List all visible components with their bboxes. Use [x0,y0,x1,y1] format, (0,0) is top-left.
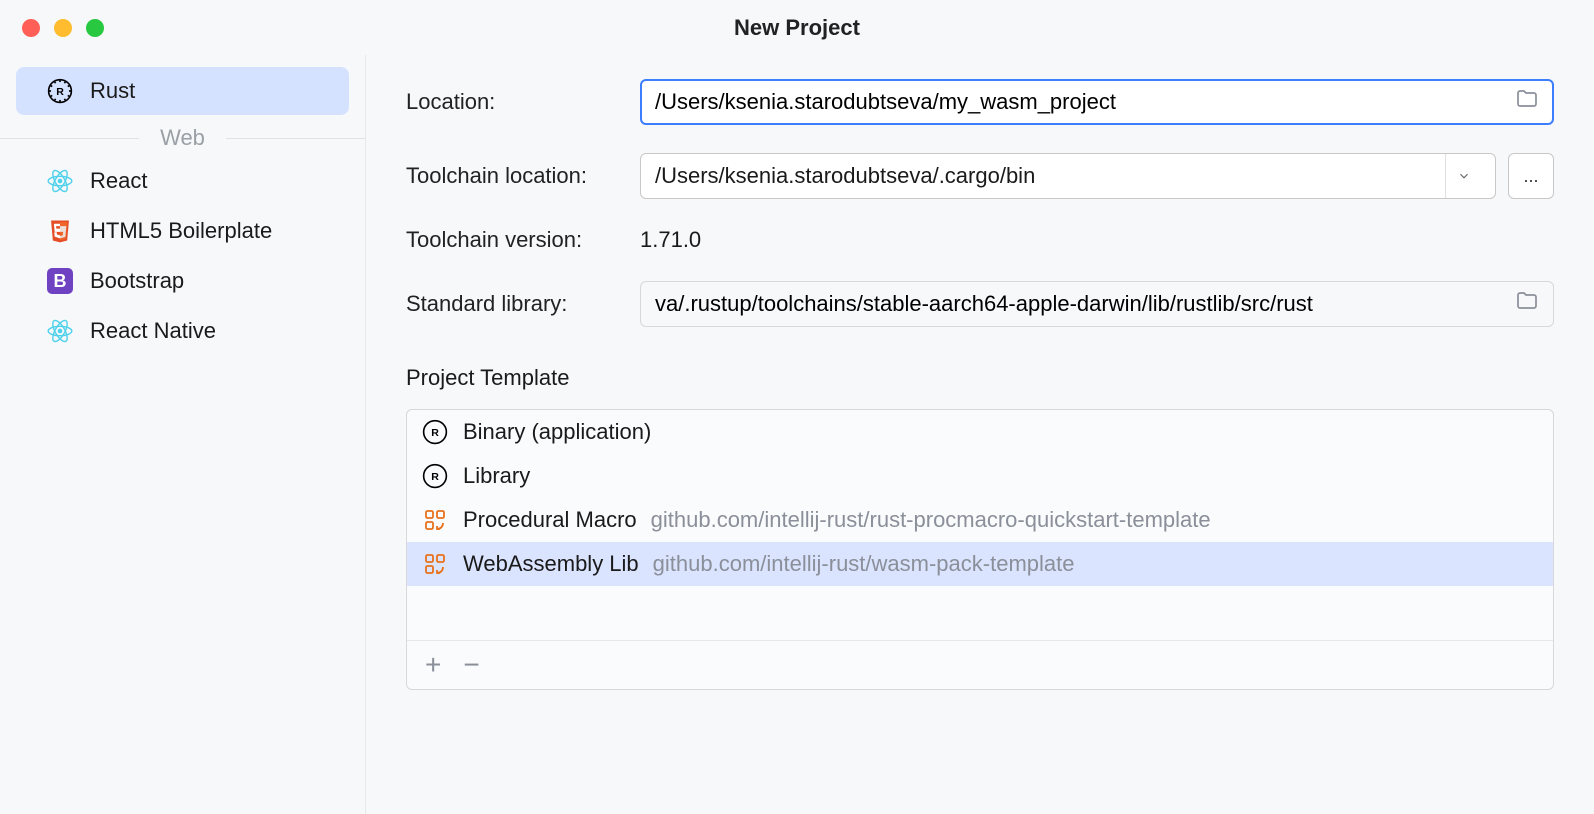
react-icon [46,167,74,195]
sidebar-item-label: Bootstrap [90,268,184,294]
toolchain-location-value: /Users/ksenia.starodubtseva/.cargo/bin [655,163,1445,189]
sidebar-item-html5[interactable]: HTML5 Boilerplate [16,207,349,255]
folder-icon[interactable] [1515,289,1539,319]
react-icon [46,317,74,345]
template-item-procmacro[interactable]: Procedural Macro github.com/intellij-rus… [407,498,1553,542]
window-controls [22,19,104,37]
sidebar-item-label: React [90,168,147,194]
project-template-heading: Project Template [406,365,1554,391]
sidebar-item-react[interactable]: React [16,157,349,205]
sidebar-section-web: Web [0,125,365,151]
template-footer: + − [407,640,1553,689]
add-template-button[interactable]: + [425,651,441,679]
toolchain-version-value: 1.71.0 [640,227,701,253]
toolchain-browse-button[interactable]: ... [1508,153,1554,199]
toolchain-location-row: Toolchain location: /Users/ksenia.starod… [406,153,1554,199]
template-item-library[interactable]: R Library [407,454,1553,498]
sidebar-item-rust[interactable]: R Rust [16,67,349,115]
template-item-binary[interactable]: R Binary (application) [407,410,1553,454]
location-label: Location: [406,89,640,115]
template-item-label: Binary (application) [463,419,651,445]
template-box: R Binary (application) R Library Procedu… [406,409,1554,690]
remove-template-button[interactable]: − [463,651,479,679]
sidebar: R Rust Web React HTML5 Boilerplate B Boo… [0,55,366,814]
svg-text:R: R [431,471,439,483]
main-panel: Location: Toolchain location: /Users/kse… [366,55,1594,814]
bootstrap-icon: B [46,267,74,295]
toolchain-version-label: Toolchain version: [406,227,640,253]
stdlib-input[interactable] [655,291,1515,317]
ellipsis-icon: ... [1523,166,1538,187]
svg-text:R: R [56,86,64,98]
toolchain-location-label: Toolchain location: [406,163,640,189]
sidebar-item-react-native[interactable]: React Native [16,307,349,355]
minimize-window-button[interactable] [54,19,72,37]
rust-icon: R [421,418,449,446]
template-macro-icon [421,506,449,534]
template-item-sublabel: github.com/intellij-rust/rust-procmacro-… [651,507,1211,533]
rust-icon: R [421,462,449,490]
stdlib-label: Standard library: [406,291,640,317]
svg-text:R: R [431,427,439,439]
sidebar-item-bootstrap[interactable]: B Bootstrap [16,257,349,305]
rust-icon: R [46,77,74,105]
sidebar-item-label: HTML5 Boilerplate [90,218,272,244]
template-list: R Binary (application) R Library Procedu… [407,410,1553,640]
location-input-wrapper[interactable] [640,79,1554,125]
stdlib-row: Standard library: [406,281,1554,327]
toolchain-version-row: Toolchain version: 1.71.0 [406,227,1554,253]
location-input[interactable] [655,89,1515,115]
chevron-down-icon[interactable] [1445,154,1481,198]
content: R Rust Web React HTML5 Boilerplate B Boo… [0,55,1594,814]
template-item-label: WebAssembly Lib [463,551,639,577]
window-title: New Project [734,15,860,41]
template-macro-icon [421,550,449,578]
sidebar-item-label: React Native [90,318,216,344]
titlebar: New Project [0,0,1594,55]
html5-icon [46,217,74,245]
template-item-label: Library [463,463,530,489]
close-window-button[interactable] [22,19,40,37]
template-item-sublabel: github.com/intellij-rust/wasm-pack-templ… [653,551,1075,577]
stdlib-input-wrapper[interactable] [640,281,1554,327]
template-item-label: Procedural Macro [463,507,637,533]
template-item-wasm[interactable]: WebAssembly Lib github.com/intellij-rust… [407,542,1553,586]
location-row: Location: [406,79,1554,125]
toolchain-location-combo[interactable]: /Users/ksenia.starodubtseva/.cargo/bin [640,153,1496,199]
sidebar-item-label: Rust [90,78,135,104]
maximize-window-button[interactable] [86,19,104,37]
folder-icon[interactable] [1515,87,1539,117]
